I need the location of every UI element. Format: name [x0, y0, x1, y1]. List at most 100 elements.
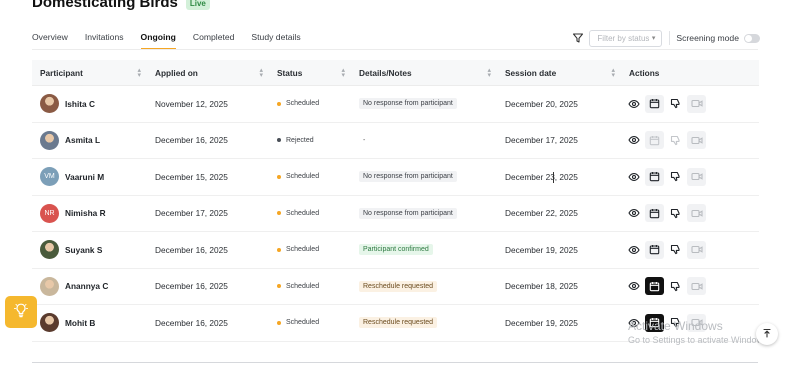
- video-call-button[interactable]: [687, 240, 706, 259]
- video-call-button[interactable]: [687, 167, 706, 186]
- sort-icon[interactable]: ▴ ▾: [259, 67, 263, 79]
- reject-button[interactable]: [666, 204, 685, 222]
- session-date-cell: December 17, 2025: [497, 123, 621, 159]
- video-call-button[interactable]: [687, 131, 706, 150]
- participant-cell: Ishita C: [32, 86, 147, 122]
- eye-icon: [627, 98, 640, 110]
- actions-cell: [621, 123, 759, 159]
- participant-name[interactable]: Mohit B: [65, 318, 95, 328]
- notes-cell: Reschedule requested: [351, 305, 497, 341]
- reschedule-button[interactable]: [645, 167, 664, 186]
- applied-on-date: November 12, 2025: [155, 98, 228, 109]
- tab-study-details[interactable]: Study details: [251, 28, 300, 50]
- video-call-button[interactable]: [687, 313, 706, 332]
- table-row: Suyank S December 16, 2025 Scheduled Partic…: [32, 232, 759, 269]
- actions-cell: [621, 232, 759, 268]
- reschedule-button[interactable]: [645, 240, 664, 259]
- reject-button[interactable]: [666, 277, 685, 295]
- table-row: Mohit B December 16, 2025 Scheduled Resched…: [32, 305, 759, 342]
- actions-cell: [621, 269, 759, 305]
- applied-on-date: December 16, 2025: [155, 244, 228, 255]
- reschedule-button[interactable]: [645, 277, 664, 296]
- sort-icon[interactable]: ▴ ▾: [487, 67, 491, 79]
- lightbulb-icon: [13, 302, 29, 323]
- table-row: Asmita L December 16, 2025 Rejected - Decemb…: [32, 123, 759, 159]
- note-tag: Reschedule requested: [359, 317, 438, 329]
- column-header[interactable]: Participant ▴ ▾: [32, 60, 147, 85]
- status-cell: Scheduled: [269, 269, 351, 305]
- view-button[interactable]: [624, 241, 643, 259]
- sort-icon[interactable]: ▴ ▾: [137, 67, 141, 79]
- reject-button[interactable]: [666, 95, 685, 113]
- view-button[interactable]: [624, 131, 643, 149]
- sort-icon[interactable]: ▴ ▾: [341, 67, 345, 79]
- participant-name[interactable]: Suyank S: [65, 245, 102, 255]
- thumbs-down-icon: [670, 317, 681, 328]
- video-call-button[interactable]: [687, 94, 706, 113]
- status-dot: [277, 247, 281, 252]
- session-date: December 19, 2025: [505, 244, 578, 255]
- thumbs-down-icon: [670, 135, 681, 146]
- reject-button[interactable]: [666, 241, 685, 259]
- notes-cell: Participant confirmed: [351, 232, 497, 268]
- status-label: Scheduled: [286, 246, 320, 254]
- thumbs-down-icon: [670, 244, 681, 255]
- reject-button[interactable]: [666, 168, 685, 186]
- status-label: Scheduled: [286, 319, 320, 327]
- session-date-cell: December 20, 2025: [497, 86, 621, 122]
- video-call-button[interactable]: [687, 204, 706, 223]
- view-button[interactable]: [624, 204, 643, 222]
- text-cursor: [553, 172, 554, 183]
- status-filter-placeholder: Filter by status: [597, 33, 650, 43]
- table-body: Ishita C November 12, 2025 Scheduled No res…: [32, 86, 759, 342]
- actions-cell: [621, 305, 759, 341]
- view-button[interactable]: [624, 277, 643, 295]
- session-date: December 19, 2025: [505, 317, 578, 328]
- column-header[interactable]: Status ▴ ▾: [269, 60, 351, 85]
- applied-on-cell: December 16, 2025: [147, 305, 269, 341]
- screening-mode-toggle[interactable]: [744, 33, 760, 43]
- tips-button[interactable]: [5, 296, 37, 328]
- thumbs-down-icon: [670, 281, 681, 292]
- arrow-up-icon: [762, 325, 772, 343]
- filter-icon[interactable]: [572, 32, 584, 44]
- status-badge: Live: [185, 0, 210, 10]
- eye-icon: [627, 207, 640, 219]
- status-dot: [277, 101, 281, 106]
- column-header[interactable]: Details/Notes ▴ ▾: [351, 60, 497, 85]
- notes-cell: No response from participant: [351, 86, 497, 122]
- view-button[interactable]: [624, 314, 643, 332]
- scroll-to-top-button[interactable]: [756, 323, 778, 345]
- status-filter-select[interactable]: Filter by status ▾: [589, 29, 663, 47]
- participant-name[interactable]: Ishita C: [65, 99, 95, 109]
- participant-name[interactable]: Nimisha R: [65, 208, 106, 218]
- table-row: VM Vaaruni M December 15, 2025 Scheduled No …: [32, 159, 759, 196]
- participant-cell: NR Nimisha R: [32, 196, 147, 232]
- tab-ongoing[interactable]: Ongoing: [140, 28, 176, 50]
- applied-on-date: December 15, 2025: [155, 171, 228, 182]
- tab-overview[interactable]: Overview: [32, 28, 68, 50]
- column-header[interactable]: Session date ▴ ▾: [497, 60, 621, 85]
- participant-name[interactable]: Anannya C: [65, 281, 108, 291]
- reschedule-button[interactable]: [645, 313, 664, 332]
- view-button[interactable]: [624, 95, 643, 113]
- column-header[interactable]: Applied on ▴ ▾: [147, 60, 269, 85]
- participant-cell: Anannya C: [32, 269, 147, 305]
- reschedule-button[interactable]: [645, 94, 664, 113]
- status-dot: [277, 174, 281, 179]
- video-camera-icon: [690, 244, 703, 255]
- reject-button[interactable]: [666, 131, 685, 149]
- reject-button[interactable]: [666, 314, 685, 332]
- sort-icon[interactable]: ▴ ▾: [611, 67, 615, 79]
- reschedule-button[interactable]: [645, 204, 664, 223]
- status-cell: Scheduled: [269, 196, 351, 232]
- participant-name[interactable]: Asmita L: [65, 135, 100, 145]
- tab-completed[interactable]: Completed: [193, 28, 235, 50]
- participant-name[interactable]: Vaaruni M: [65, 172, 104, 182]
- view-button[interactable]: [624, 168, 643, 186]
- notes-cell: No response from participant: [351, 196, 497, 232]
- tab-invitations[interactable]: Invitations: [85, 28, 124, 50]
- status-cell: Scheduled: [269, 159, 351, 195]
- video-call-button[interactable]: [687, 277, 706, 296]
- reschedule-button[interactable]: [645, 131, 664, 150]
